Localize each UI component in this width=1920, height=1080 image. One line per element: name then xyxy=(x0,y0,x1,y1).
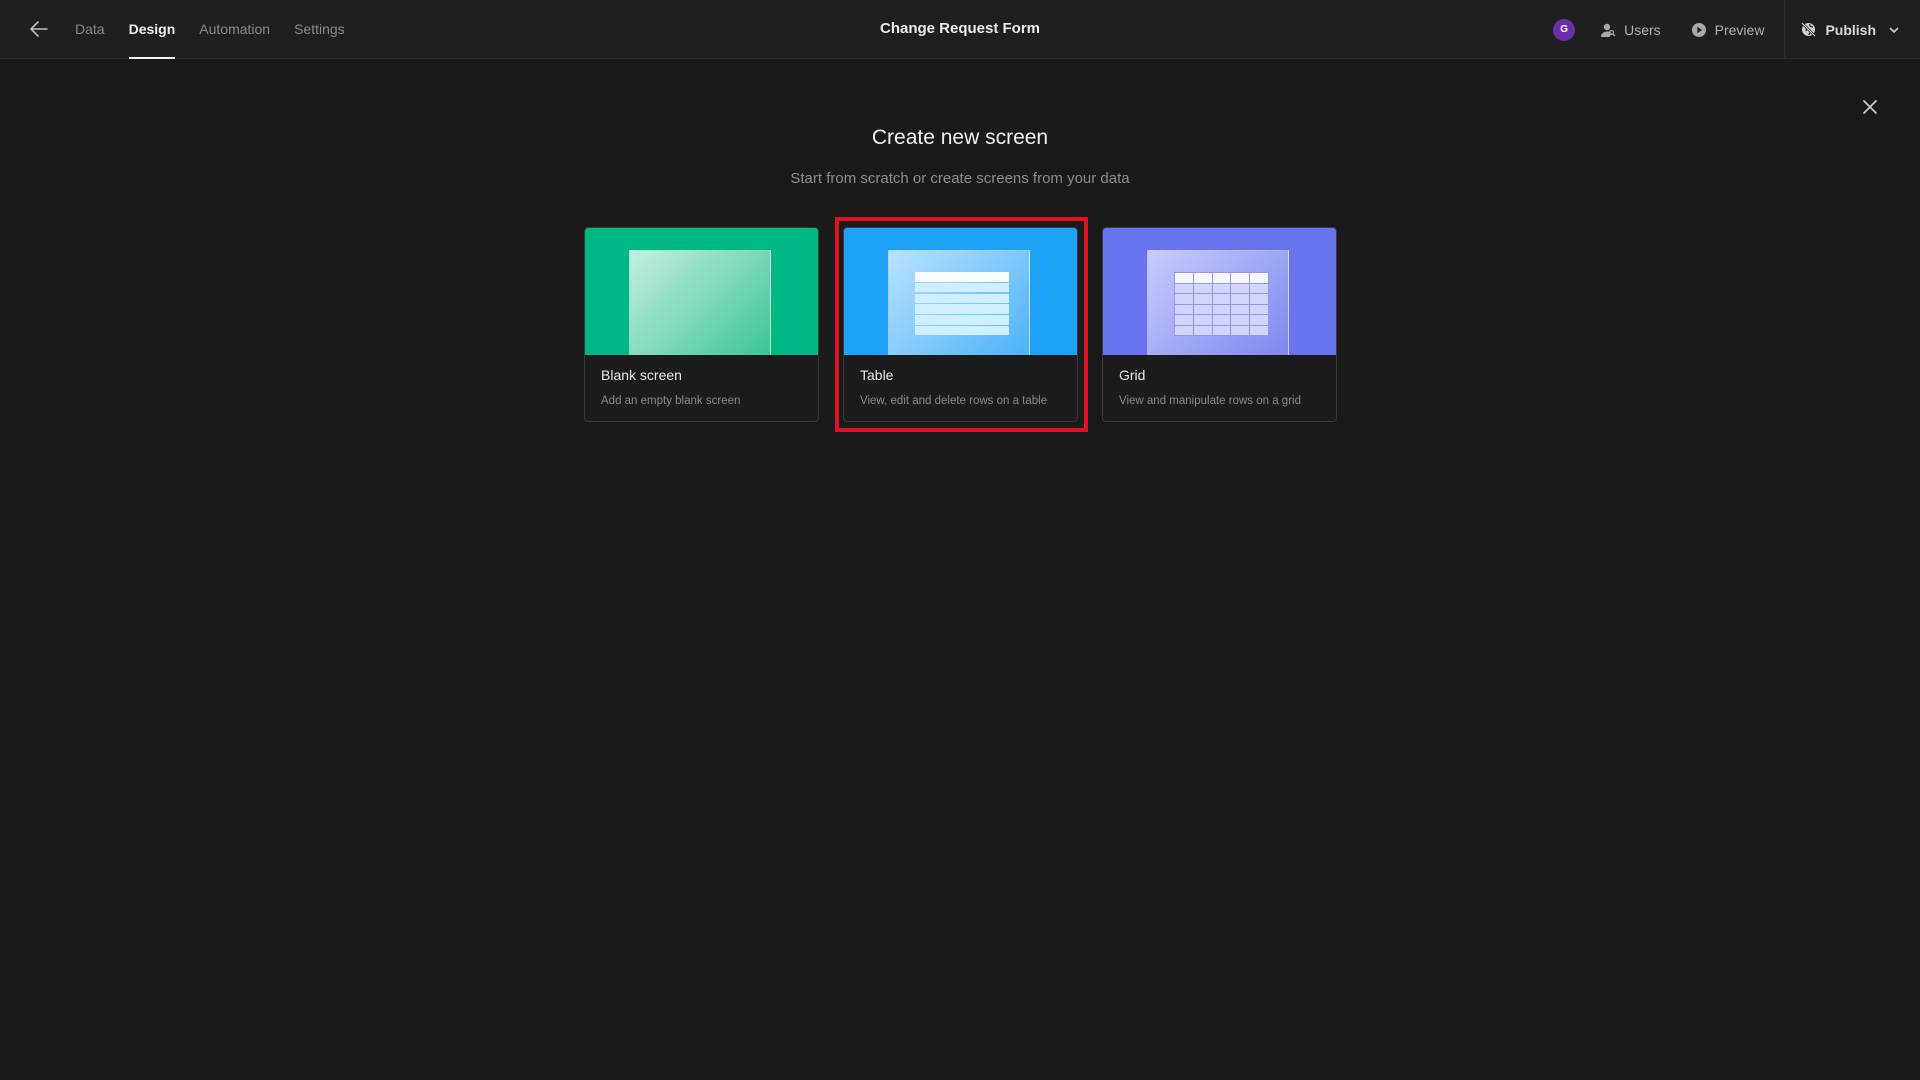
publish-button[interactable]: Publish xyxy=(1785,0,1920,59)
header-actions: G Users Preview Publish xyxy=(1553,0,1920,59)
top-bar: Data Design Automation Settings Change R… xyxy=(0,0,1920,59)
table-illustration xyxy=(888,250,1030,355)
modal-subtitle: Start from scratch or create screens fro… xyxy=(790,170,1130,187)
option-description: Add an empty blank screen xyxy=(601,395,741,407)
publish-label: Publish xyxy=(1825,21,1876,38)
tab-data[interactable]: Data xyxy=(75,0,105,59)
globe-off-icon xyxy=(1801,22,1817,37)
grid-cells-illustration xyxy=(1174,272,1269,336)
grid-illustration xyxy=(1147,250,1289,355)
blank-screen-preview xyxy=(585,228,818,355)
tab-automation[interactable]: Automation xyxy=(199,0,270,59)
blank-screen-option[interactable]: Blank screen Add an empty blank screen xyxy=(584,227,819,422)
chevron-down-icon xyxy=(1889,27,1899,33)
nav-tabs: Data Design Automation Settings xyxy=(75,0,369,59)
option-title: Blank screen xyxy=(601,367,682,383)
option-title: Table xyxy=(860,367,894,383)
app-title: Change Request Form xyxy=(879,20,1041,37)
back-button[interactable] xyxy=(28,17,50,41)
users-label: Users xyxy=(1624,21,1661,38)
users-icon xyxy=(1601,23,1616,37)
option-description: View, edit and delete rows on a table xyxy=(860,395,1048,407)
close-button[interactable] xyxy=(1860,97,1880,117)
play-circle-icon xyxy=(1691,22,1706,37)
user-avatar[interactable]: G xyxy=(1553,18,1576,41)
grid-preview xyxy=(1103,228,1336,355)
blank-page-illustration xyxy=(629,250,771,355)
preview-button[interactable]: Preview xyxy=(1691,21,1765,38)
table-option[interactable]: Table View, edit and delete rows on a ta… xyxy=(843,227,1078,422)
preview-label: Preview xyxy=(1714,21,1765,38)
option-title: Grid xyxy=(1119,367,1146,383)
close-icon xyxy=(1863,100,1877,114)
table-preview xyxy=(844,228,1077,355)
table-rows-illustration xyxy=(915,272,1009,337)
option-description: View and manipulate rows on a grid xyxy=(1119,395,1301,407)
tab-settings[interactable]: Settings xyxy=(294,0,345,59)
arrow-left-icon xyxy=(30,21,48,37)
tab-design[interactable]: Design xyxy=(128,0,175,59)
grid-option[interactable]: Grid View and manipulate rows on a grid xyxy=(1102,227,1337,422)
modal-title: Create new screen xyxy=(871,126,1049,149)
users-button[interactable]: Users xyxy=(1600,22,1661,38)
